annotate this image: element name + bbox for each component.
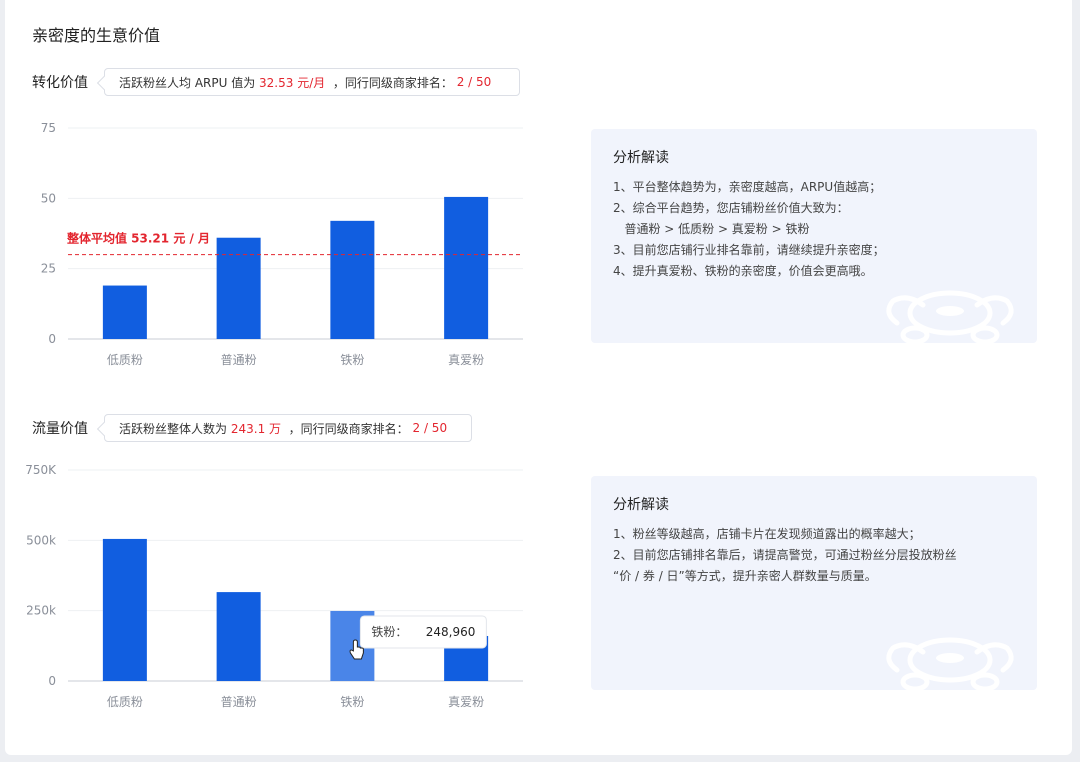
panel-lines: 1、粉丝等级越高，店铺卡片在发现频道露出的概率越大； 2、目前您店铺排名靠后，请提…: [613, 524, 957, 587]
analysis-panel-2: 分析解读 1、粉丝等级越高，店铺卡片在发现频道露出的概率越大； 2、目前您店铺排名…: [591, 476, 1037, 690]
callout-prefix: 活跃粉丝人均 ARPU 值为: [119, 75, 256, 90]
bar[interactable]: [102, 538, 147, 681]
bar[interactable]: [102, 285, 147, 339]
conversion-value-chart: 0 25 50 75 低质粉 普通粉 铁粉 真爱粉 整体平均值 53.21 元 / 月: [41, 121, 523, 367]
callout-rank: 2 / 50: [412, 421, 448, 435]
x-tick-label: 低质粉: [107, 353, 143, 367]
traffic-value-chart: 0 250k 500k 750K 低质粉 普通粉 铁粉 真爱粉 铁粉： 248,960: [25, 463, 523, 709]
x-tick-label: 铁粉: [340, 353, 364, 367]
bar[interactable]: [330, 220, 375, 339]
main-card: 亲密度的生意价值 转化价值 活跃粉丝人均 ARPU 值为 32.53 元/月 ，…: [5, 0, 1072, 755]
callout-middle: ，同行同级商家排名：: [332, 75, 453, 90]
bar-tooltip: 铁粉： 248,960: [359, 615, 487, 649]
x-tick-label: 真爱粉: [448, 353, 484, 367]
x-tick-label: 普通粉: [221, 695, 257, 709]
analysis-panel-1: 分析解读 1、平台整体趋势为，亲密度越高，ARPU值越高； 2、综合平台趋势，您店…: [591, 129, 1037, 343]
x-tick-label: 普通粉: [221, 353, 257, 367]
panel-line: 普通粉 > 低质粉 > 真爱粉 > 铁粉: [613, 222, 810, 236]
jd-dog-mascot-icon: [886, 637, 1014, 690]
y-tick-label: 0: [48, 674, 56, 688]
callout-prefix: 活跃粉丝整体人数为: [119, 421, 228, 436]
bar[interactable]: [216, 592, 261, 681]
y-tick-label: 750K: [25, 463, 57, 477]
x-tick-label: 真爱粉: [448, 695, 484, 709]
section-title-traffic: 流量价值: [32, 421, 88, 437]
average-line-label: 整体平均值 53.21 元 / 月: [66, 231, 210, 246]
callout-value: 243.1 万: [230, 421, 282, 436]
callout-rank: 2 / 50: [456, 75, 492, 89]
callout-middle: ，同行同级商家排名：: [288, 421, 409, 436]
panel-title: 分析解读: [613, 497, 669, 513]
y-tick-label: 0: [48, 332, 56, 346]
panel-lines: 1、平台整体趋势为，亲密度越高，ARPU值越高； 2、综合平台趋势，您店铺粉丝价值…: [613, 177, 885, 282]
panel-line: 1、粉丝等级越高，店铺卡片在发现频道露出的概率越大；: [613, 527, 921, 541]
tooltip-value: 248,960: [426, 625, 476, 639]
callout-value: 32.53 元/月: [259, 75, 326, 90]
x-tick-label: 铁粉: [340, 695, 364, 709]
panel-line: 2、综合平台趋势，您店铺粉丝价值大致为：: [613, 201, 849, 215]
y-tick-label: 250k: [26, 604, 56, 618]
y-tick-label: 75: [41, 121, 56, 135]
panel-line: 2、目前您店铺排名靠后，请提高警觉，可通过粉丝分层投放粉丝: [613, 548, 957, 562]
panel-title: 分析解读: [613, 150, 669, 166]
tooltip-label: 铁粉：: [371, 625, 407, 639]
panel-line: “价 / 券 / 日”等方式，提升亲密人群数量与质量。: [613, 569, 877, 583]
y-tick-label: 25: [41, 262, 56, 276]
bar[interactable]: [216, 237, 261, 339]
y-tick-label: 50: [41, 191, 56, 205]
y-tick-label: 500k: [26, 533, 56, 547]
panel-line: 1、平台整体趋势为，亲密度越高，ARPU值越高；: [613, 180, 882, 194]
panel-line: 4、提升真爱粉、铁粉的亲密度，价值会更高哦。: [613, 264, 873, 278]
fans-count-callout: 活跃粉丝整体人数为 243.1 万 ，同行同级商家排名： 2 / 50: [104, 414, 472, 442]
jd-dog-mascot-icon: [886, 290, 1014, 343]
x-tick-label: 低质粉: [107, 695, 143, 709]
bar[interactable]: [444, 196, 489, 339]
page-title: 亲密度的生意价值: [32, 26, 161, 45]
panel-line: 3、目前您店铺行业排名靠前，请继续提升亲密度；: [613, 243, 885, 257]
arpu-callout: 活跃粉丝人均 ARPU 值为 32.53 元/月 ，同行同级商家排名： 2 / …: [104, 68, 520, 96]
section-title-conversion: 转化价值: [32, 75, 88, 91]
